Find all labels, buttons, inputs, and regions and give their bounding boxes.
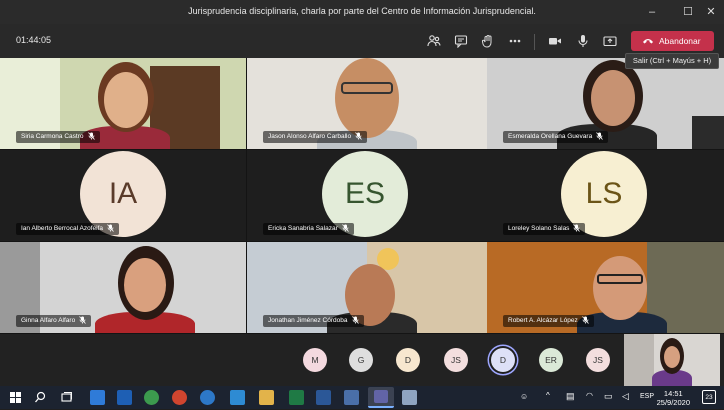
store-icon[interactable] bbox=[230, 390, 245, 405]
participant-name: Ian Alberto Berrocal Azofeifa bbox=[16, 223, 120, 235]
wifi-icon[interactable]: ◠ bbox=[586, 391, 593, 400]
roster-avatar[interactable]: G bbox=[349, 348, 373, 372]
chevron-up-icon[interactable]: ^ bbox=[546, 391, 550, 400]
microphone-button[interactable] bbox=[573, 32, 593, 50]
title-bar: Jurisprudencia disciplinaria, charla por… bbox=[0, 0, 724, 24]
maximize-button[interactable]: ☐ bbox=[677, 2, 699, 22]
more-actions-button[interactable] bbox=[505, 32, 525, 50]
participant-tile[interactable]: Esmeralda Orellana Guevara bbox=[487, 58, 724, 149]
mic-muted-icon bbox=[581, 316, 589, 325]
people-tray-icon[interactable]: ☺ bbox=[520, 392, 528, 401]
participant-tile[interactable]: Siria Carmona Castro bbox=[0, 58, 246, 149]
share-icon bbox=[603, 36, 617, 47]
teams-icon[interactable] bbox=[368, 387, 394, 408]
participant-tile[interactable]: Jason Alonso Alfaro Carballo bbox=[247, 58, 493, 149]
mic-muted-icon bbox=[355, 132, 362, 141]
windows-start-icon[interactable] bbox=[8, 390, 23, 405]
clock-time: 14:51 bbox=[663, 389, 683, 398]
participant-tile[interactable]: Ginna Alfaro Alfaro bbox=[0, 242, 246, 333]
participants-button[interactable] bbox=[424, 32, 444, 50]
participant-name: Siria Carmona Castro bbox=[16, 131, 100, 143]
participant-name: Jason Alonso Alfaro Carballo bbox=[263, 131, 368, 143]
excel-icon[interactable] bbox=[289, 390, 304, 405]
notifications-icon[interactable]: 23 bbox=[702, 390, 716, 404]
roster-avatar[interactable]: D bbox=[491, 348, 515, 372]
firefox-icon[interactable] bbox=[172, 390, 187, 405]
roster-avatar[interactable]: ER bbox=[539, 348, 563, 372]
more-icon bbox=[509, 39, 521, 43]
participant-name: Jonathan Jiménez Córdoba bbox=[263, 315, 364, 327]
network-icon[interactable]: ▤ bbox=[566, 391, 575, 402]
roster-avatar[interactable]: M bbox=[303, 348, 327, 372]
participant-name: Esmeralda Orellana Guevara bbox=[503, 131, 609, 143]
roster-avatar[interactable]: D bbox=[396, 348, 420, 372]
minimize-button[interactable]: – bbox=[641, 2, 663, 22]
leave-tooltip: Salir (Ctrl + Mayús + H) bbox=[625, 53, 719, 69]
system-clock[interactable]: 14:51 25/9/2020 bbox=[657, 389, 690, 407]
leave-button[interactable]: Abandonar bbox=[631, 31, 714, 51]
roster-avatar[interactable]: JS bbox=[444, 348, 468, 372]
participant-tile[interactable]: LS Loreley Solano Salas bbox=[487, 150, 724, 241]
mic-muted-icon bbox=[573, 224, 581, 233]
mic-muted-icon bbox=[351, 316, 359, 325]
clock-date: 25/9/2020 bbox=[656, 398, 690, 407]
participant-name: Robert A. Alcázar López bbox=[503, 315, 594, 327]
windows-taskbar: ☺ ^ ▤ ◠ ▭ ◁ ESP 14:51 25/9/2020 23 bbox=[0, 386, 724, 409]
chat-icon bbox=[454, 35, 468, 49]
camera-button[interactable] bbox=[545, 32, 565, 50]
app-icon[interactable] bbox=[402, 390, 417, 405]
close-button[interactable]: ✕ bbox=[700, 2, 722, 22]
video-grid: Siria Carmona Castro Jason Alonso Alfaro… bbox=[0, 58, 724, 334]
task-view-icon[interactable] bbox=[59, 390, 74, 405]
window-title: Jurisprudencia disciplinaria, charla por… bbox=[188, 6, 536, 16]
participant-tile[interactable]: IA Ian Alberto Berrocal Azofeifa bbox=[0, 150, 246, 241]
toolbar-divider bbox=[534, 34, 535, 50]
hang-up-icon bbox=[643, 39, 653, 44]
meeting-toolbar: 01:44:05 Abandonar bbox=[0, 24, 724, 58]
chrome-icon[interactable] bbox=[144, 390, 159, 405]
leave-label: Abandonar bbox=[659, 36, 701, 46]
camera-icon bbox=[549, 38, 561, 45]
participant-tile[interactable]: Robert A. Alcázar López bbox=[487, 242, 724, 333]
participant-name: Loreley Solano Salas bbox=[503, 223, 586, 235]
participant-name: Ginna Alfaro Alfaro bbox=[16, 315, 92, 327]
self-video-preview[interactable] bbox=[624, 334, 720, 386]
people-icon bbox=[427, 35, 441, 47]
microphone-icon bbox=[578, 35, 588, 47]
search-icon[interactable] bbox=[33, 390, 48, 405]
share-screen-button[interactable] bbox=[600, 32, 620, 50]
meeting-timer: 01:44:05 bbox=[16, 35, 52, 45]
word-icon[interactable] bbox=[316, 390, 331, 405]
participant-name: Ericka Sanabria Salazar bbox=[263, 223, 354, 235]
app-icon[interactable] bbox=[344, 390, 359, 405]
mic-muted-icon bbox=[79, 316, 87, 325]
file-explorer-icon[interactable] bbox=[259, 390, 274, 405]
participant-tile[interactable]: ES Ericka Sanabria Salazar bbox=[247, 150, 493, 241]
participant-tile[interactable]: Jonathan Jiménez Córdoba bbox=[247, 242, 493, 333]
mic-muted-icon bbox=[341, 224, 349, 233]
outlook-icon[interactable] bbox=[117, 390, 132, 405]
raise-hand-button[interactable] bbox=[478, 32, 498, 50]
roster-avatar[interactable]: JS bbox=[586, 348, 610, 372]
battery-icon[interactable]: ▭ bbox=[604, 391, 613, 402]
input-language[interactable]: ESP bbox=[640, 393, 654, 400]
mic-muted-icon bbox=[107, 224, 114, 233]
volume-icon[interactable]: ◁ bbox=[622, 391, 629, 402]
chat-button[interactable] bbox=[451, 32, 471, 50]
mic-muted-icon bbox=[87, 132, 95, 141]
hand-icon bbox=[482, 35, 492, 48]
internet-explorer-icon[interactable] bbox=[200, 390, 215, 405]
edge-browser-icon[interactable] bbox=[90, 390, 105, 405]
mic-muted-icon bbox=[596, 132, 603, 141]
